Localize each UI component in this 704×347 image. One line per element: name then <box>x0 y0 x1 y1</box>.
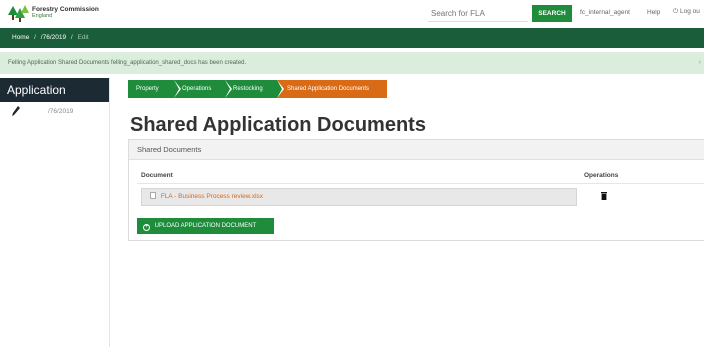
help-link[interactable]: Help <box>647 9 660 16</box>
upload-button-label: UPLOAD APPLICATION DOCUMENT <box>154 223 257 229</box>
panel-title: Shared Documents <box>129 140 704 160</box>
table-divider <box>137 183 704 184</box>
alert-message: Felling Application Shared Documents fel… <box>8 60 247 66</box>
search-input[interactable] <box>428 5 528 22</box>
step-operations[interactable]: Operations <box>174 80 232 98</box>
upload-document-button[interactable]: + UPLOAD APPLICATION DOCUMENT <box>137 218 274 234</box>
breadcrumb-current: Edit <box>77 34 89 41</box>
tree-logo-icon <box>8 5 29 22</box>
logout-link[interactable]: ⏻ Log ou <box>673 8 700 16</box>
success-alert: Felling Application Shared Documents fel… <box>0 52 704 74</box>
breadcrumb: Home / /76/2019 / Edit <box>0 28 704 48</box>
step-divider <box>174 80 179 98</box>
step-shared-documents[interactable]: Shared Application Documents <box>277 80 387 98</box>
step-divider <box>225 80 230 98</box>
forestry-commission-logo[interactable]: Forestry Commission England <box>8 4 99 24</box>
document-link[interactable]: FLA - Business Process review.xlsx <box>161 193 263 200</box>
column-header-document: Document <box>141 172 173 179</box>
breadcrumb-separator: / <box>34 34 36 41</box>
power-icon: ⏻ <box>673 8 679 15</box>
shared-documents-panel: Shared Documents Document Operations FLA… <box>128 139 704 241</box>
page-title: Shared Application Documents <box>130 114 426 136</box>
step-shared-documents-label: Shared Application Documents <box>287 86 370 92</box>
pencil-icon <box>12 106 20 116</box>
progress-steps: Property Operations Restocking Shared Ap… <box>128 80 387 98</box>
search-button[interactable]: SEARCH <box>532 5 572 22</box>
table-row: FLA - Business Process review.xlsx <box>141 188 577 206</box>
file-icon <box>150 192 156 199</box>
step-restocking-label: Restocking <box>233 86 263 92</box>
breadcrumb-case[interactable]: /76/2019 <box>41 34 66 41</box>
logo-subtitle: England <box>32 13 53 19</box>
sidebar: Application /76/2019 <box>0 78 110 347</box>
trash-icon[interactable] <box>601 192 607 200</box>
step-divider <box>277 80 282 98</box>
top-navbar: Forestry Commission England SEARCH fc_in… <box>0 0 704 28</box>
plus-circle-icon: + <box>143 224 150 231</box>
sidebar-item-application[interactable]: /76/2019 <box>0 102 109 122</box>
column-header-operations: Operations <box>584 172 619 179</box>
sidebar-item-label: /76/2019 <box>48 108 74 115</box>
step-property[interactable]: Property <box>128 80 181 98</box>
user-menu-link[interactable]: fc_internal_agent <box>580 9 630 16</box>
alert-close-icon[interactable]: › <box>699 52 701 74</box>
step-property-label: Property <box>136 86 159 92</box>
sidebar-title: Application <box>0 78 109 102</box>
breadcrumb-separator: / <box>70 34 73 41</box>
step-restocking[interactable]: Restocking <box>225 80 284 98</box>
logo-title: Forestry Commission <box>32 6 99 13</box>
step-operations-label: Operations <box>182 86 212 92</box>
logout-label: Log ou <box>679 8 700 15</box>
breadcrumb-home[interactable]: Home <box>12 34 29 41</box>
